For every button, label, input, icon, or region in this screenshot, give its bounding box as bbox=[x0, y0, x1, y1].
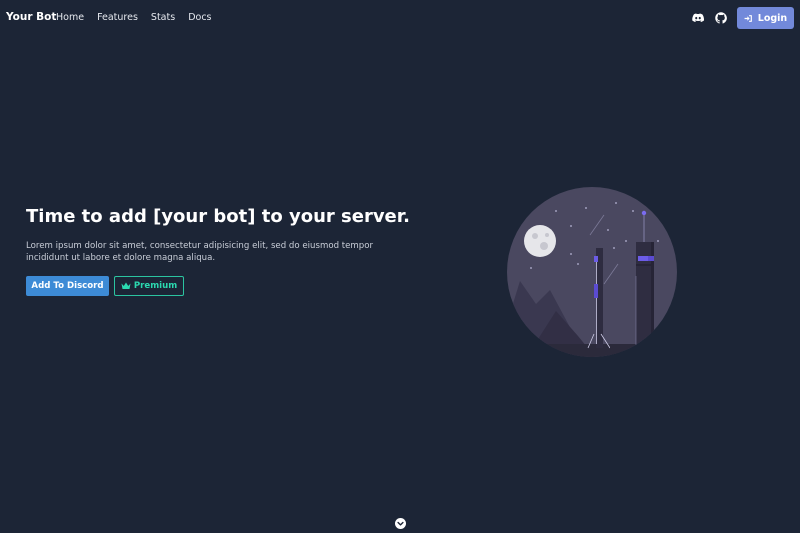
nav-links: Home Features Stats Docs bbox=[56, 12, 225, 23]
sign-in-icon bbox=[744, 14, 752, 22]
login-label: Login bbox=[757, 12, 788, 24]
page: Your Bot Home Features Stats Docs Login … bbox=[0, 0, 800, 533]
premium-label: Premium bbox=[133, 281, 178, 291]
premium-button[interactable]: Premium bbox=[114, 276, 184, 296]
navbar: Your Bot Home Features Stats Docs Login bbox=[0, 0, 800, 36]
nav-link-features[interactable]: Features bbox=[97, 12, 138, 23]
discord-icon[interactable] bbox=[692, 12, 704, 24]
nav-link-docs[interactable]: Docs bbox=[188, 12, 211, 23]
add-to-discord-button[interactable]: Add To Discord bbox=[26, 276, 109, 296]
hero-buttons: Add To Discord Premium bbox=[26, 276, 184, 296]
scroll-down-icon[interactable] bbox=[395, 518, 406, 529]
github-icon[interactable] bbox=[715, 12, 727, 24]
moon bbox=[524, 225, 556, 257]
crown-icon bbox=[121, 282, 131, 289]
hero-title: Time to add [your bot] to your server. bbox=[26, 206, 410, 227]
nav-link-stats[interactable]: Stats bbox=[151, 12, 175, 23]
login-button[interactable]: Login bbox=[737, 7, 794, 29]
hero-subtitle: Lorem ipsum dolor sit amet, consectetur … bbox=[26, 241, 374, 263]
nav-link-home[interactable]: Home bbox=[56, 12, 84, 23]
night-sky-illustration bbox=[507, 187, 677, 357]
brand-logo[interactable]: Your Bot bbox=[6, 11, 56, 23]
